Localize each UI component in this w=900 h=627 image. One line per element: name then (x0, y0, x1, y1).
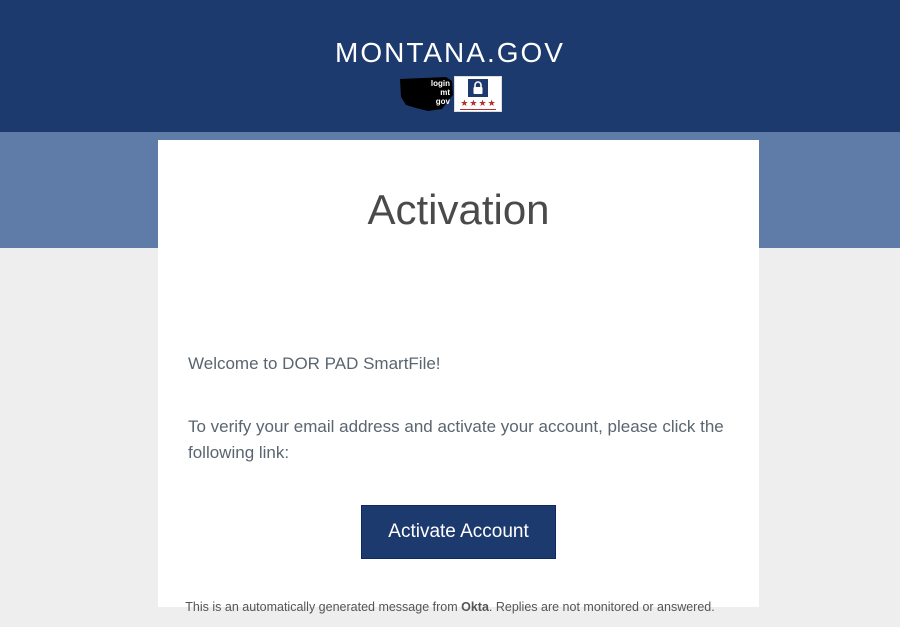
footer-suffix: . Replies are not monitored or answered. (489, 600, 715, 614)
footer-brand: Okta (461, 600, 489, 614)
montana-state-icon: login mt gov (398, 75, 456, 113)
lock-icon (468, 79, 488, 97)
footer-disclaimer: This is an automatically generated messa… (0, 600, 900, 614)
lock-badge: ★★★★ (454, 76, 502, 112)
logo-text-line3: gov (431, 97, 450, 106)
site-title: MONTANA.GOV (335, 37, 565, 69)
logo-text-line2: mt (431, 88, 450, 97)
logo-text-line1: login (431, 79, 450, 88)
instruction-text: To verify your email address and activat… (188, 414, 729, 467)
card-title: Activation (188, 186, 729, 234)
welcome-text: Welcome to DOR PAD SmartFile! (188, 354, 729, 374)
logo-state-text: login mt gov (431, 79, 450, 106)
header-dark-banner: MONTANA.GOV login mt gov ★★★★ (0, 0, 900, 132)
logo-block: login mt gov ★★★★ (398, 75, 502, 113)
footer-prefix: This is an automatically generated messa… (185, 600, 461, 614)
activate-account-button[interactable]: Activate Account (361, 505, 555, 559)
activation-card: Activation Welcome to DOR PAD SmartFile!… (158, 140, 759, 607)
stars-row: ★★★★ (460, 99, 495, 110)
